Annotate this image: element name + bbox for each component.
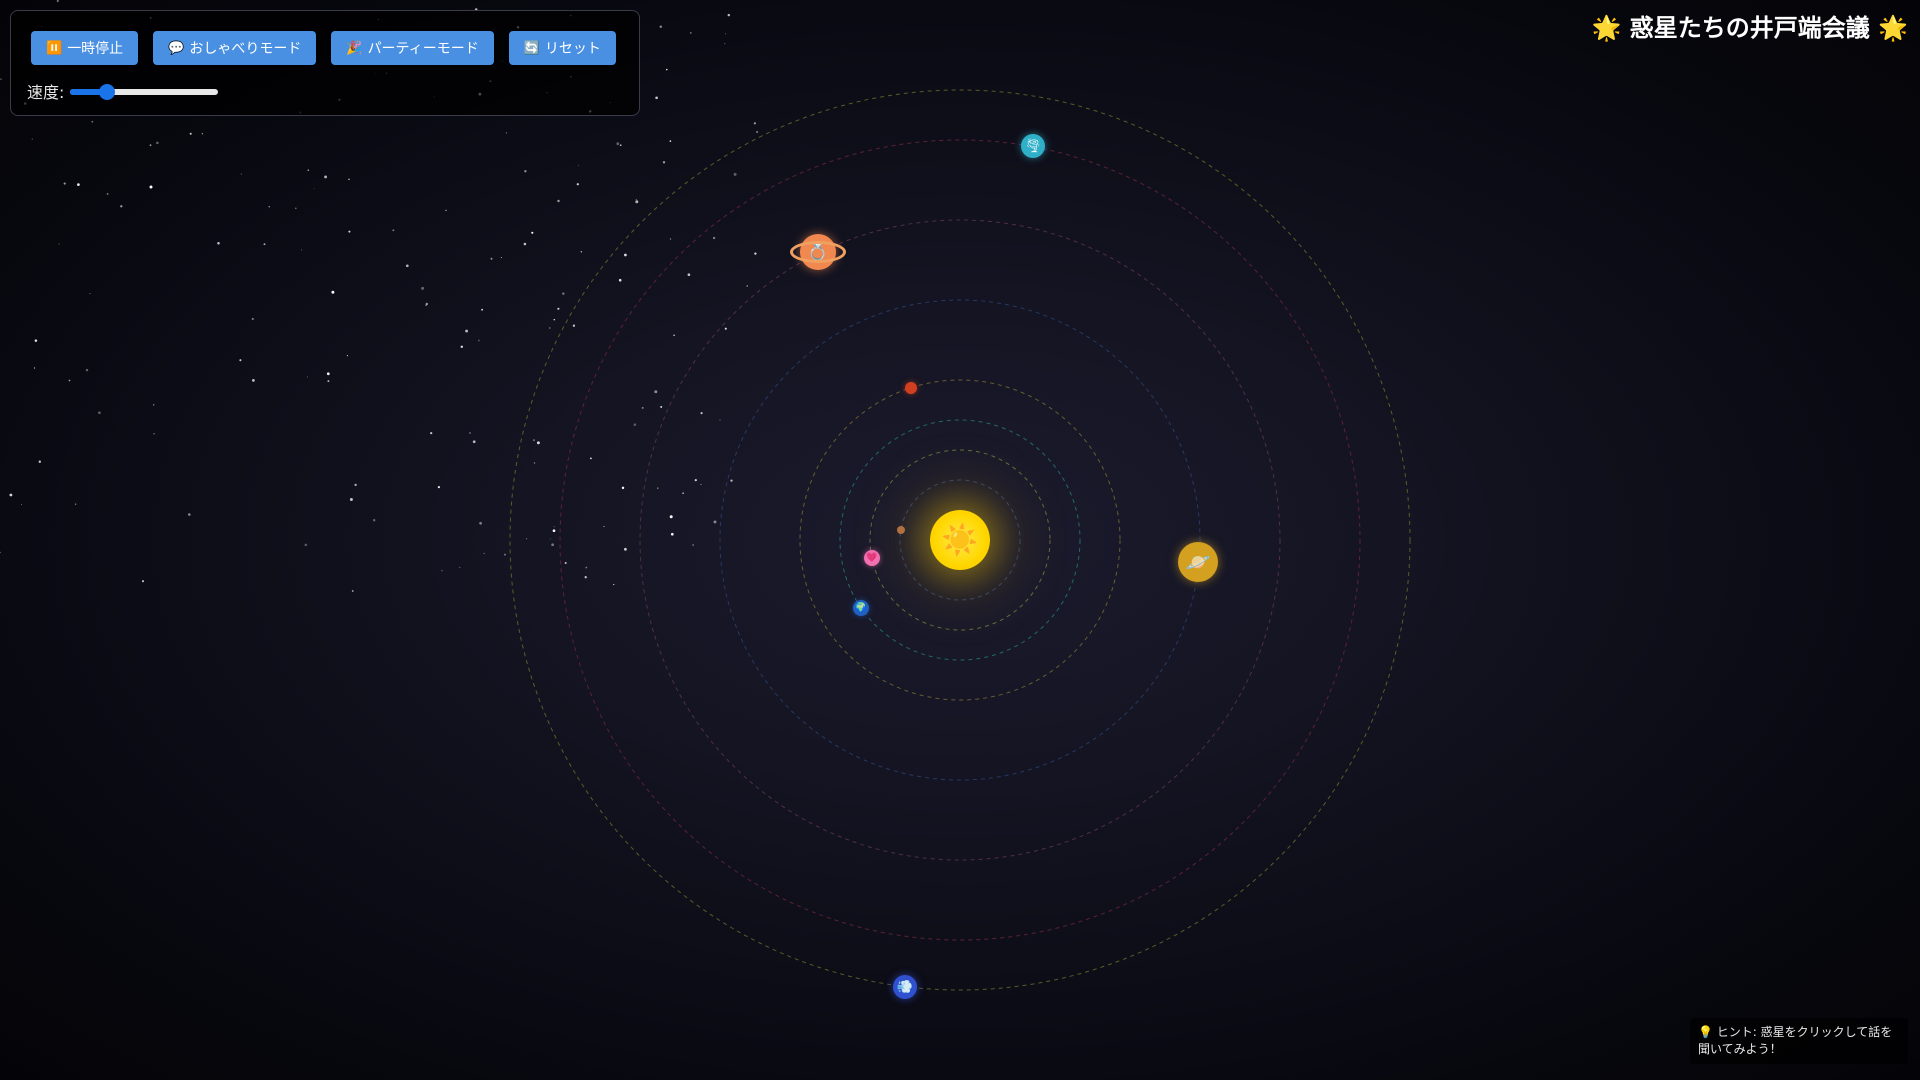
party-mode-button[interactable]: 🎉 パーティーモード [331,31,494,65]
solar-system-scene: ☀️ 💗 🌍 🪐 💍 🌪 💨 [0,0,1920,1080]
control-panel: ⏸️ 一時停止 💬 おしゃべりモード 🎉 パーティーモード 🔄 リセット 速度: [10,10,640,116]
chat-mode-button-label: おしゃべりモード [189,41,302,57]
button-row: ⏸️ 一時停止 💬 おしゃべりモード 🎉 パーティーモード 🔄 リセット [31,31,616,65]
sun[interactable]: ☀️ [930,510,990,570]
pause-button[interactable]: ⏸️ 一時停止 [31,31,139,65]
tornado-icon: 🌪 [1024,138,1042,154]
chat-mode-button[interactable]: 💬 おしゃべりモード [153,31,317,65]
reset-icon: 🔄 [523,40,540,56]
planet-neptune[interactable]: 💨 [893,975,917,999]
sun-icon: ☀️ [941,522,979,558]
party-mode-button-label: パーティーモード [367,41,479,57]
wind-icon: 💨 [896,979,914,995]
speed-control: 速度: [27,79,219,103]
saturn-ring [790,241,846,263]
speed-slider-thumb[interactable] [99,84,116,100]
hint-box: 💡 ヒント: 惑星をクリックして話を聞いてみよう！ [1690,1018,1908,1064]
planet-mars[interactable] [905,382,917,394]
heart-icon: 💗 [866,553,878,563]
speech-bubble-icon: 💬 [168,40,185,56]
globe-icon: 🌍 [855,603,867,613]
ringed-planet-icon: 🪐 [1185,550,1211,574]
planet-uranus[interactable]: 🌪 [1021,134,1045,158]
planet-mercury[interactable] [897,526,905,534]
speed-slider[interactable] [70,84,219,100]
speed-label: 速度: [27,83,65,102]
reset-button-label: リセット [544,41,601,57]
reset-button[interactable]: 🔄 リセット [508,31,616,65]
planet-jupiter[interactable]: 🪐 [1178,542,1218,582]
planet-venus[interactable]: 💗 [864,550,880,566]
pause-button-label: 一時停止 [67,41,124,57]
page-title: 🌟 惑星たちの井戸端会議 🌟 [1591,14,1908,42]
party-popper-icon: 🎉 [346,40,363,56]
pause-icon: ⏸️ [46,40,63,56]
planet-earth[interactable]: 🌍 [853,600,869,616]
